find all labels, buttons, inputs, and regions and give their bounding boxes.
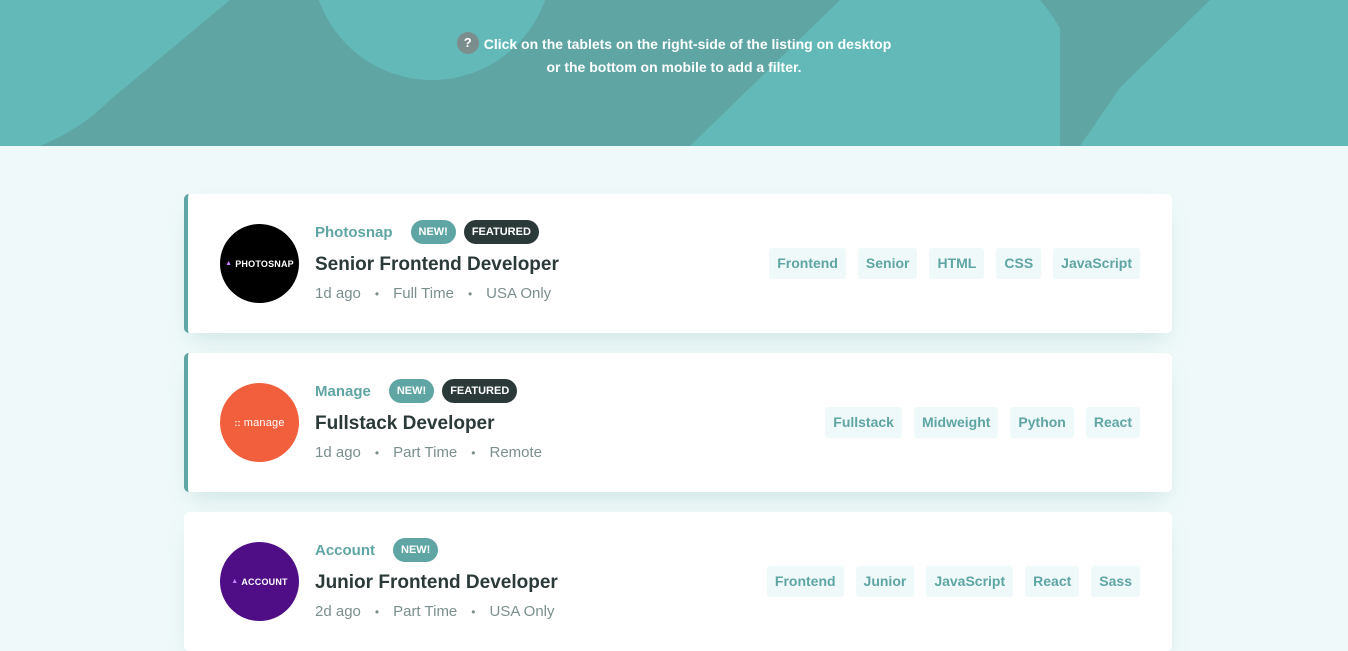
contract-type: Part Time <box>393 603 458 620</box>
separator-dot: • <box>471 445 476 460</box>
job-meta: 1d ago • Full Time • USA Only <box>315 285 559 302</box>
posted-at: 1d ago <box>315 444 361 461</box>
separator-dot: • <box>467 286 473 301</box>
company-logo-photosnap: ▲ PHOTOSNAP <box>220 224 299 303</box>
contract-type: Full Time <box>393 285 454 302</box>
job-location: USA Only <box>489 603 555 620</box>
triangle-icon: ▲ <box>225 260 233 267</box>
job-card-manage[interactable]: :: manage Manage NEW! FEATURED Fullstack … <box>184 353 1172 492</box>
featured-badge: FEATURED <box>463 220 539 244</box>
company-name: Manage <box>315 382 371 400</box>
job-position[interactable]: Junior Frontend Developer <box>315 571 558 595</box>
filter-tag[interactable]: Senior <box>857 248 918 279</box>
hint-text-line2: or the bottom on mobile to add a filter. <box>546 59 802 76</box>
separator-dot: • <box>471 604 476 619</box>
filter-tag[interactable]: JavaScript <box>1053 248 1140 279</box>
company-name: Photosnap <box>315 223 393 241</box>
posted-at: 1d ago <box>315 285 361 302</box>
filter-tag[interactable]: Fullstack <box>825 407 902 438</box>
dots-icon: :: <box>234 417 241 428</box>
filter-tags: Frontend Junior JavaScript React Sass <box>755 566 1140 597</box>
job-location: Remote <box>489 444 543 461</box>
job-card-account[interactable]: ▲ ACCOUNT Account NEW! Junior Frontend De… <box>184 512 1172 651</box>
triangle-icon: ▲ <box>231 578 239 585</box>
job-meta: 1d ago • Part Time • Remote <box>315 444 542 461</box>
featured-badge: FEATURED <box>442 379 518 403</box>
job-info: Photosnap NEW! FEATURED Senior Frontend … <box>315 219 559 302</box>
filter-tags: Fullstack Midweight Python React <box>813 407 1140 438</box>
filter-tag[interactable]: React <box>1025 566 1080 597</box>
job-position[interactable]: Senior Frontend Developer <box>315 253 559 277</box>
filter-tags: Frontend Senior HTML CSS JavaScript <box>757 248 1140 279</box>
filter-tag[interactable]: React <box>1085 407 1140 438</box>
new-badge: NEW! <box>388 379 435 403</box>
new-badge: NEW! <box>393 538 439 562</box>
header-banner: ? Click on the tablets on the right-side … <box>0 0 1348 146</box>
posted-at: 2d ago <box>315 603 361 620</box>
filter-tag[interactable]: HTML <box>929 248 985 279</box>
contract-type: Part Time <box>393 444 458 461</box>
help-icon: ? <box>456 32 479 55</box>
separator-dot: • <box>374 604 380 619</box>
hint-text-line1: Click on the tablets on the right-side o… <box>483 36 892 52</box>
company-logo-account: ▲ ACCOUNT <box>220 542 299 621</box>
job-location: USA Only <box>486 285 552 302</box>
filter-tag[interactable]: Midweight <box>913 407 999 438</box>
company-name: Account <box>315 541 375 559</box>
job-meta: 2d ago • Part Time • USA Only <box>315 603 558 620</box>
filter-tag[interactable]: Frontend <box>766 566 844 597</box>
job-info: Account NEW! Junior Frontend Developer 2… <box>315 537 558 620</box>
separator-dot: • <box>374 286 380 301</box>
filter-tag[interactable]: Python <box>1010 407 1074 438</box>
company-logo-manage: :: manage <box>220 383 299 462</box>
filter-tag[interactable]: JavaScript <box>926 566 1014 597</box>
filter-tag[interactable]: Frontend <box>769 248 846 279</box>
filter-tag[interactable]: Sass <box>1091 566 1140 597</box>
filter-tag[interactable]: CSS <box>996 248 1042 279</box>
job-card-photosnap[interactable]: ▲ PHOTOSNAP Photosnap NEW! FEATURED Senio… <box>184 194 1172 333</box>
job-info: Manage NEW! FEATURED Fullstack Developer… <box>315 378 542 461</box>
separator-dot: • <box>374 445 380 460</box>
job-position[interactable]: Fullstack Developer <box>315 412 542 436</box>
filter-hint: ? Click on the tablets on the right-side … <box>0 32 1348 79</box>
new-badge: NEW! <box>410 220 456 244</box>
filter-tag[interactable]: Junior <box>855 566 915 597</box>
